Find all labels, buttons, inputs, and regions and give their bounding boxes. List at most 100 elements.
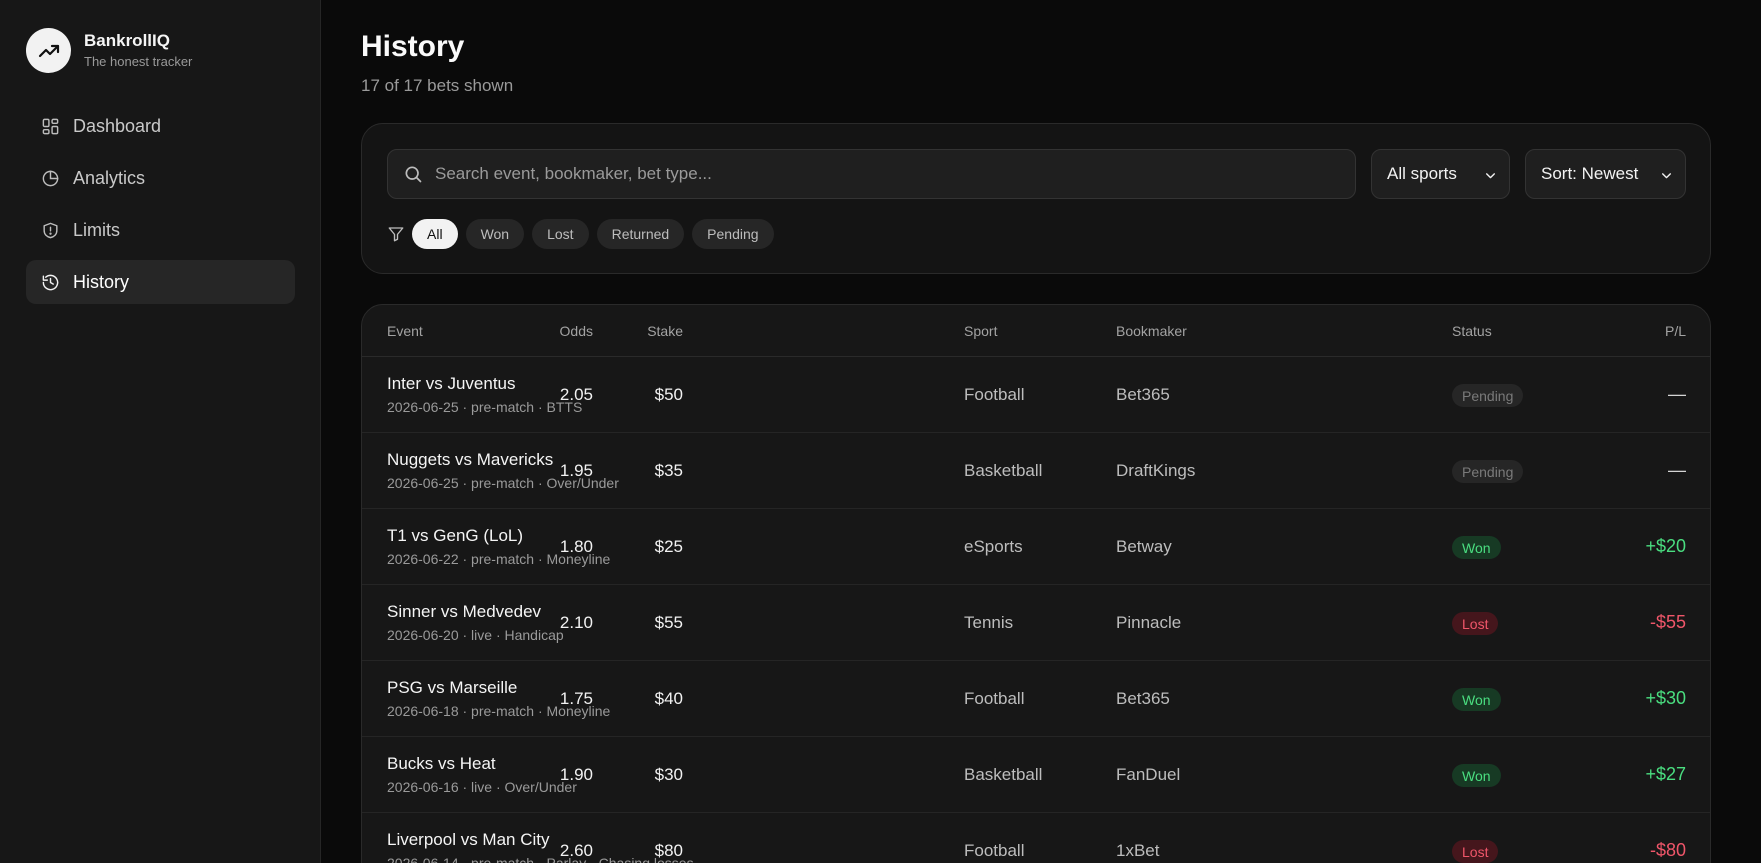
pie-chart-icon (42, 170, 59, 186)
table-row[interactable]: Sinner vs Medvedev 2026-06-20 · live · Ha… (362, 585, 1710, 661)
dashboard-icon (42, 118, 59, 134)
bookmaker-cell: FanDuel (1116, 765, 1181, 784)
event-name: T1 vs GenG (LoL) (387, 526, 524, 545)
chip-all[interactable]: All (412, 219, 458, 249)
stake-cell: $55 (654, 613, 683, 632)
status-badge: Won (1452, 688, 1501, 711)
search-input[interactable] (435, 164, 1335, 184)
table-row[interactable]: Nuggets vs Mavericks 2026-06-25 · pre-mat… (362, 433, 1710, 509)
col-sport[interactable]: Sport (964, 323, 997, 339)
sidebar: BankrollIQ The honest tracker Dashboard … (0, 0, 321, 863)
table-row[interactable]: Inter vs Juventus 2026-06-25 · pre-match … (362, 357, 1710, 433)
chevron-down-icon (1662, 173, 1671, 179)
table-body: Inter vs Juventus 2026-06-25 · pre-match … (362, 357, 1710, 863)
event-name: Inter vs Juventus (387, 374, 516, 393)
event-name: PSG vs Marseille (387, 678, 518, 697)
shield-icon (43, 222, 58, 238)
status-filter-chips: All Won Lost Returned Pending (387, 219, 782, 249)
event-meta: 2026-06-14 · pre-match · Parlay · Chasin… (387, 855, 694, 863)
filter-icon (388, 227, 404, 242)
search-icon (405, 166, 422, 183)
sidebar-nav: Dashboard Analytics Limits History (26, 104, 295, 312)
stake-cell: $80 (654, 841, 683, 860)
status-badge: Lost (1452, 840, 1499, 863)
stake-cell: $50 (654, 385, 683, 404)
sport-cell: Football (964, 689, 1025, 708)
bookmaker-cell: 1xBet (1116, 841, 1160, 860)
sport-cell: Football (964, 841, 1025, 860)
table-row[interactable]: T1 vs GenG (LoL) 2026-06-22 · pre-match ·… (362, 509, 1710, 585)
sport-select[interactable]: All sports (1371, 149, 1510, 199)
col-event[interactable]: Event (387, 323, 423, 339)
table-header: Event Sport Bookmaker Stake Odds Status … (362, 305, 1710, 357)
odds-cell: 1.75 (559, 689, 593, 708)
chevron-down-icon (1486, 173, 1495, 179)
sport-cell: Basketball (964, 461, 1043, 480)
chip-won[interactable]: Won (465, 219, 525, 249)
bookmaker-cell: DraftKings (1116, 461, 1196, 480)
sort-select-value: Sort: Newest (1541, 164, 1639, 183)
event-name: Nuggets vs Mavericks (387, 450, 554, 469)
chip-returned[interactable]: Returned (596, 219, 685, 249)
sidebar-item-label: Dashboard (73, 115, 162, 136)
table-row[interactable]: Liverpool vs Man City 2026-06-14 · pre-ma… (362, 813, 1710, 863)
stake-cell: $40 (654, 689, 683, 708)
stake-cell: $30 (654, 765, 683, 784)
stake-cell: $25 (654, 537, 683, 556)
sport-cell: Football (964, 385, 1025, 404)
status-badge: Pending (1452, 384, 1524, 407)
col-odds[interactable]: Odds (560, 323, 593, 339)
event-meta: 2026-06-25 · pre-match · BTTS (387, 399, 583, 415)
odds-cell: 1.95 (559, 461, 593, 480)
status-badge: Lost (1452, 612, 1499, 635)
status-badge: Won (1452, 536, 1501, 559)
table-row[interactable]: Bucks vs Heat 2026-06-16 · live · Over/Un… (362, 737, 1710, 813)
sidebar-item-history[interactable]: History (26, 260, 295, 304)
bookmaker-cell: Betway (1116, 537, 1172, 556)
filter-panel: All sports Sort: Newest All Won Lost Ret… (361, 123, 1711, 274)
bookmaker-cell: Bet365 (1116, 385, 1170, 404)
bookmaker-cell: Pinnacle (1116, 613, 1182, 632)
bets-table: Event Sport Bookmaker Stake Odds Status … (361, 304, 1711, 863)
sidebar-item-label: History (73, 271, 130, 292)
sidebar-item-limits[interactable]: Limits (26, 208, 295, 252)
pl-cell: — (1668, 460, 1686, 480)
event-name: Sinner vs Medvedev (387, 602, 542, 621)
status-badge: Won (1452, 764, 1501, 787)
pl-cell: — (1668, 384, 1686, 404)
sport-cell: Basketball (964, 765, 1043, 784)
pl-cell: +$20 (1645, 536, 1686, 556)
sidebar-item-label: Analytics (73, 167, 146, 188)
odds-cell: 2.60 (559, 841, 593, 860)
event-name: Liverpool vs Man City (387, 830, 550, 849)
event-meta: 2026-06-16 · live · Over/Under (387, 779, 577, 795)
sidebar-item-label: Limits (73, 219, 121, 240)
odds-cell: 2.10 (559, 613, 593, 632)
col-bookmaker[interactable]: Bookmaker (1116, 323, 1187, 339)
sport-select-value: All sports (1387, 164, 1457, 183)
brand[interactable]: BankrollIQ The honest tracker (26, 28, 192, 73)
search-box[interactable] (387, 149, 1356, 199)
sort-select[interactable]: Sort: Newest (1525, 149, 1686, 199)
bets-count: 17 of 17 bets shown (361, 76, 514, 95)
event-meta: 2026-06-20 · live · Handicap (387, 627, 564, 643)
col-pl[interactable]: P/L (1665, 323, 1686, 339)
odds-cell: 2.05 (559, 385, 593, 404)
chip-lost[interactable]: Lost (532, 219, 589, 249)
sidebar-item-analytics[interactable]: Analytics (26, 156, 295, 200)
history-icon (42, 274, 59, 290)
brand-name: BankrollIQ (84, 31, 170, 50)
pl-cell: +$30 (1645, 688, 1686, 708)
col-status[interactable]: Status (1452, 323, 1492, 339)
page-title: History (361, 30, 465, 63)
trending-up-icon (26, 28, 71, 73)
col-stake[interactable]: Stake (583, 323, 683, 339)
sidebar-item-dashboard[interactable]: Dashboard (26, 104, 295, 148)
chip-pending[interactable]: Pending (692, 219, 774, 249)
brand-tagline: The honest tracker (84, 54, 193, 69)
table-row[interactable]: PSG vs Marseille 2026-06-18 · pre-match ·… (362, 661, 1710, 737)
sport-cell: eSports (964, 537, 1023, 556)
event-name: Bucks vs Heat (387, 754, 496, 773)
pl-cell: -$80 (1649, 840, 1686, 860)
status-badge: Pending (1452, 460, 1524, 483)
